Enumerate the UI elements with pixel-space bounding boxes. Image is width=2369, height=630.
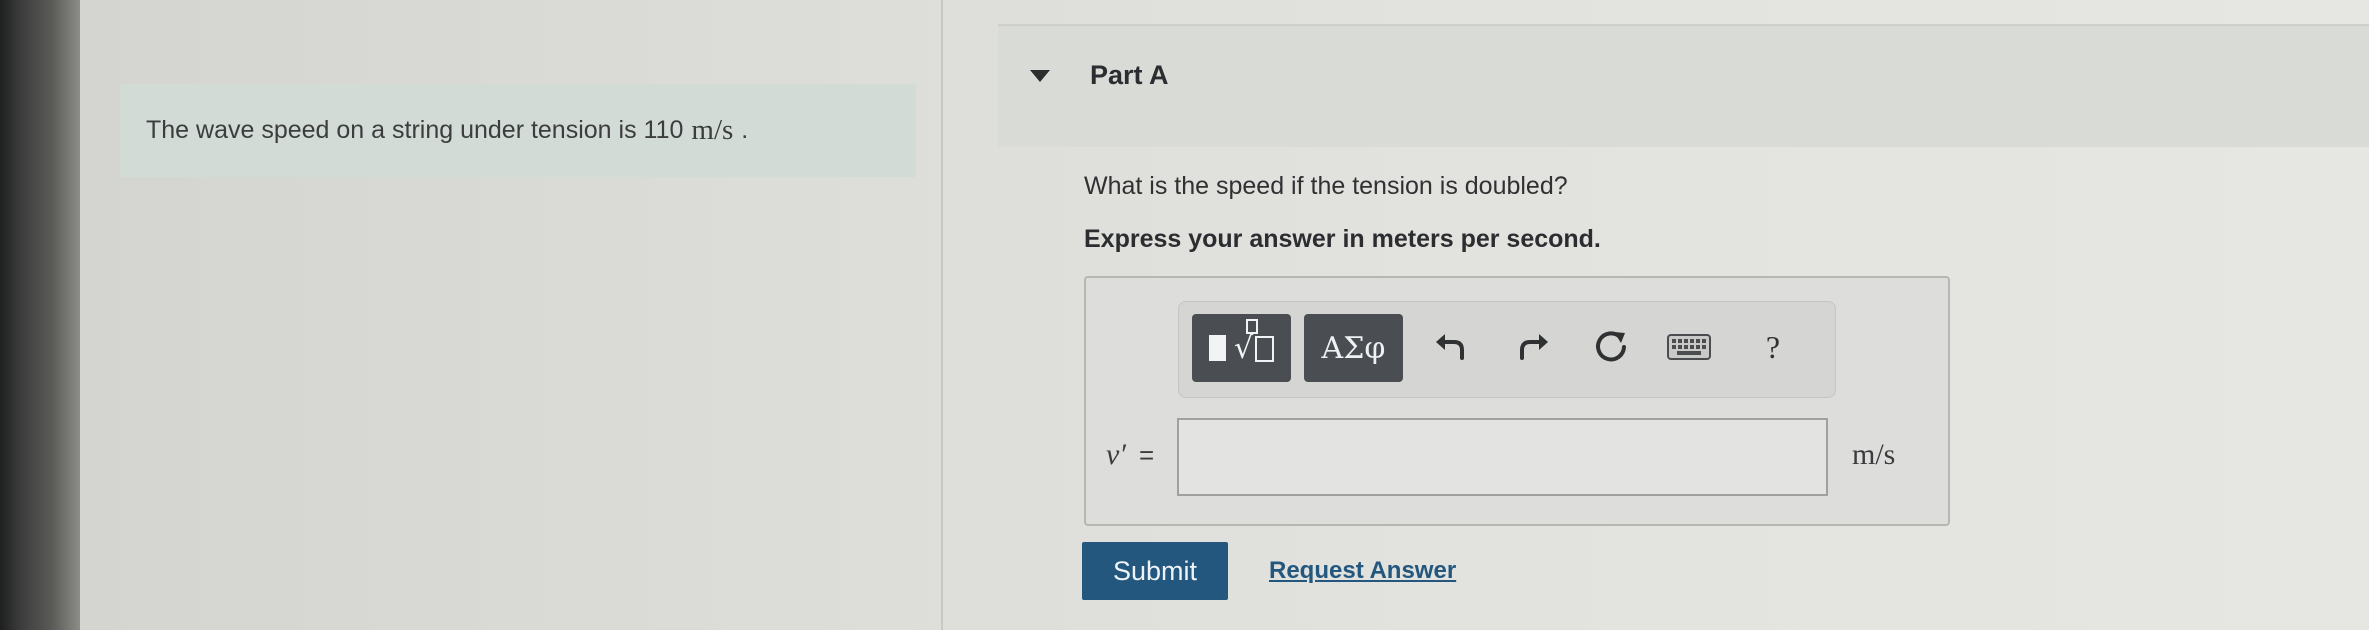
redo-icon[interactable] (1510, 324, 1556, 370)
problem-statement: The wave speed on a string under tension… (146, 116, 684, 144)
answer-variable-label: v′ (1106, 438, 1126, 471)
part-title[interactable]: Part A (1090, 60, 1169, 91)
greek-symbols-icon[interactable]: ΑΣφ (1304, 314, 1403, 382)
problem-unit: m/s (691, 114, 734, 146)
equals-sign: = (1139, 440, 1155, 470)
keyboard-icon[interactable] (1666, 324, 1712, 370)
question-text: What is the speed if the tension is doub… (1084, 172, 1568, 200)
answer-input[interactable] (1177, 418, 1828, 496)
column-divider (941, 0, 943, 630)
part-header (998, 24, 2369, 147)
problem-period: . (741, 116, 749, 144)
templates-icon[interactable]: √ (1192, 314, 1291, 382)
template-radical-glyph: √ (1234, 318, 1275, 366)
problem-statement-box: The wave speed on a string under tension… (120, 84, 916, 177)
template-block-glyph (1208, 335, 1226, 361)
undo-icon[interactable] (1428, 324, 1474, 370)
request-answer-link[interactable]: Request Answer (1269, 557, 1456, 585)
collapse-caret-icon[interactable] (1030, 70, 1050, 82)
answer-unit: m/s (1852, 438, 1896, 471)
reset-icon[interactable] (1588, 324, 1634, 370)
submit-button[interactable]: Submit (1082, 542, 1228, 600)
answer-instruction: Express your answer in meters per second… (1084, 225, 1601, 253)
help-icon[interactable]: ? (1750, 324, 1796, 370)
